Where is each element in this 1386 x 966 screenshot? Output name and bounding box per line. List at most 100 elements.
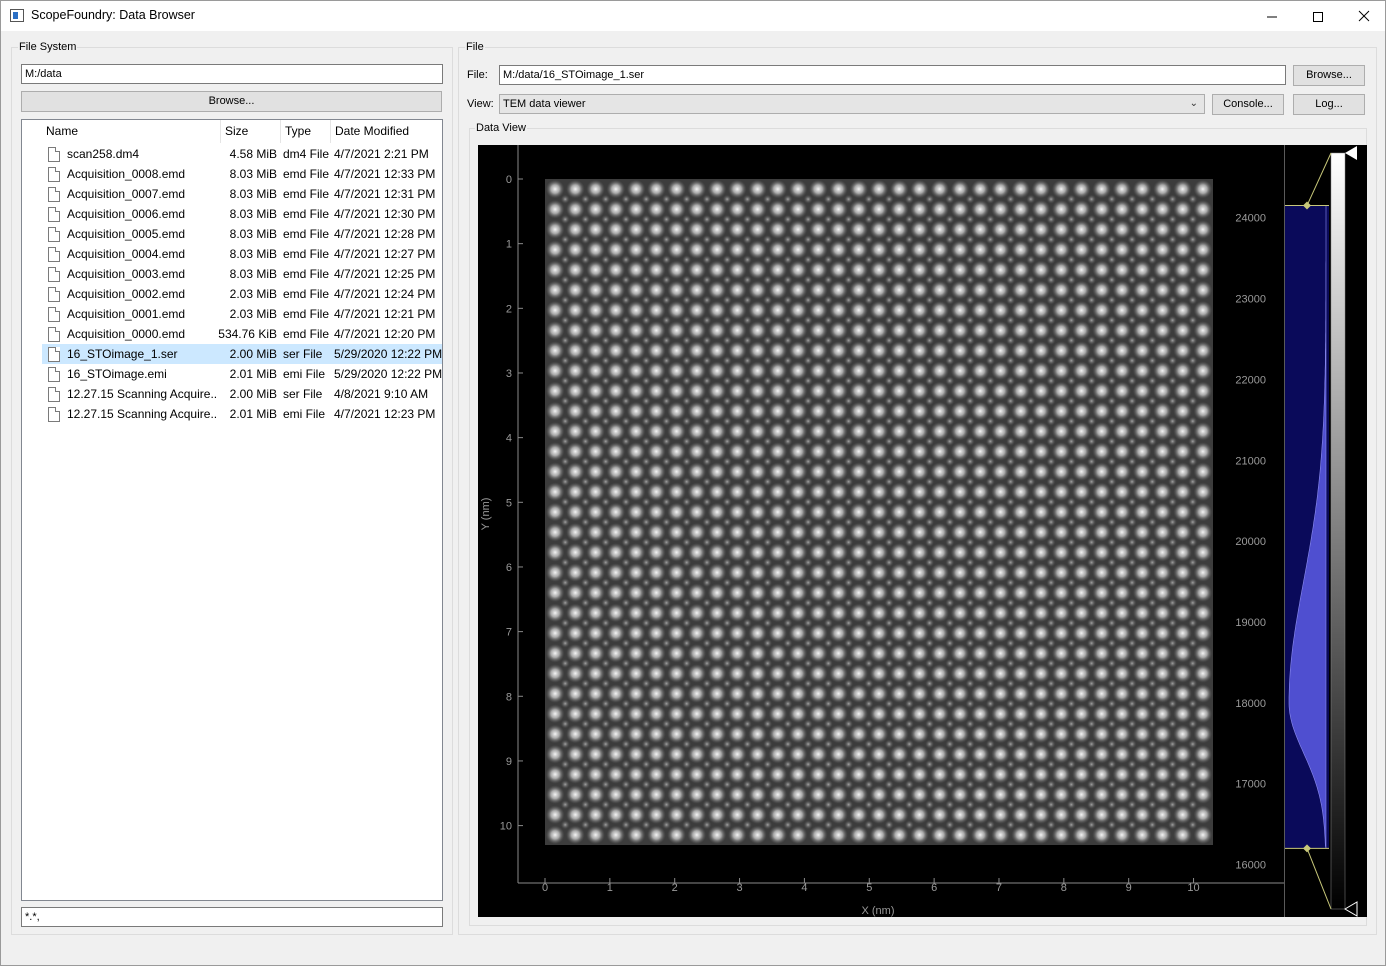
file-row[interactable]: Acquisition_0007.emd 8.03 MiB emd File 4/7/… <box>42 184 442 204</box>
atom-column-minor <box>1026 457 1036 466</box>
y-tick-label: 8 <box>506 691 512 703</box>
atom-column <box>1072 442 1091 461</box>
column-header-size[interactable]: Size <box>221 120 281 143</box>
atom-column <box>748 300 767 320</box>
atom-column-minor <box>945 275 955 285</box>
atom-column <box>889 805 909 825</box>
atom-column <box>687 623 707 643</box>
atom-column <box>950 381 970 401</box>
atom-column <box>727 704 747 724</box>
column-header-date[interactable]: Date Modified <box>331 120 442 143</box>
file-row[interactable]: 12.27.15 Scanning Acquire.... 2.00 MiB ser… <box>42 384 442 404</box>
atom-column-minor <box>783 598 793 608</box>
file-row[interactable]: Acquisition_0000.emd 534.76 KiB emd File 4/… <box>42 324 442 344</box>
atom-column-minor <box>722 699 732 709</box>
atom-column-minor <box>945 537 955 547</box>
atom-column-minor <box>844 739 854 749</box>
atom-column <box>1173 260 1192 280</box>
atom-column-minor <box>965 699 975 709</box>
atom-column-minor <box>864 255 874 265</box>
atom-column-minor <box>581 759 590 769</box>
atom-column <box>545 805 565 825</box>
file-tree-view[interactable]: Name ⌄ Size Type Date Modified scan258.d… <box>21 119 443 901</box>
atom-column-minor <box>945 598 955 608</box>
atom-column <box>991 623 1010 643</box>
atom-column <box>1072 280 1091 300</box>
atom-column-minor <box>864 719 874 729</box>
atom-column <box>1031 240 1051 259</box>
atom-column-minor <box>803 517 813 527</box>
atom-column <box>1031 260 1051 280</box>
level-map-line-bottom <box>1306 848 1332 910</box>
atom-column-minor <box>1026 618 1036 628</box>
atom-column <box>869 744 889 764</box>
atom-column <box>788 240 808 259</box>
atom-column <box>829 765 848 784</box>
atom-column <box>1051 381 1071 401</box>
atom-column <box>748 765 767 784</box>
atom-column-minor <box>1168 255 1177 265</box>
atom-column-minor <box>581 517 590 527</box>
atom-column <box>849 381 869 401</box>
atom-column-minor <box>560 436 570 446</box>
atom-column-minor <box>884 416 894 426</box>
atom-column <box>808 321 828 340</box>
atom-column <box>910 522 929 542</box>
atom-column <box>889 421 909 441</box>
file-row[interactable]: Acquisition_0006.emd 8.03 MiB emd File 4/7/… <box>42 204 442 224</box>
atom-column <box>606 704 626 724</box>
atom-column <box>869 785 889 804</box>
file-icon <box>48 327 60 342</box>
file-row[interactable]: 12.27.15 Scanning Acquire.... 2.01 MiB emi… <box>42 404 442 424</box>
column-header-name[interactable]: Name <box>42 120 221 143</box>
file-row[interactable]: 16_STOimage_1.ser 2.00 MiB ser File 5/29/20… <box>42 344 442 364</box>
file-row[interactable]: Acquisition_0003.emd 8.03 MiB emd File 4/7/… <box>42 264 442 284</box>
file-row[interactable]: scan258.dm4 4.58 MiB dm4 File 4/7/2021 2:21… <box>42 144 442 164</box>
browse-directory-button[interactable]: Browse... <box>21 91 442 112</box>
file-path-input[interactable]: M:/data/16_STOimage_1.ser <box>499 65 1286 85</box>
atom-column <box>808 643 828 663</box>
console-button[interactable]: Console... <box>1212 94 1284 115</box>
close-button[interactable] <box>1341 1 1386 31</box>
atom-column <box>647 260 666 280</box>
atom-column-minor <box>601 598 611 608</box>
file-row[interactable]: Acquisition_0002.emd 2.03 MiB emd File 4/7/… <box>42 284 442 304</box>
maximize-button[interactable] <box>1295 1 1341 31</box>
file-row[interactable]: 16_STOimage.emi 2.01 MiB emi File 5/29/2020… <box>42 364 442 384</box>
atom-column-minor <box>803 780 813 789</box>
atom-column-minor <box>925 618 935 628</box>
file-filter-input[interactable]: *.*, <box>21 907 443 927</box>
atom-column-minor <box>621 457 631 466</box>
atom-column <box>586 401 605 421</box>
atom-column-minor <box>1147 759 1157 769</box>
file-name: 16_STOimage_1.ser <box>67 347 178 361</box>
histogram-panel[interactable] <box>1284 145 1367 917</box>
file-row[interactable]: Acquisition_0008.emd 8.03 MiB emd File 4/7/… <box>42 164 442 184</box>
browse-file-button[interactable]: Browse... <box>1293 65 1365 86</box>
directory-path-input[interactable]: M:/data <box>21 64 443 84</box>
file-row[interactable]: Acquisition_0004.emd 8.03 MiB emd File 4/7/… <box>42 244 442 264</box>
atom-column-minor <box>904 679 914 688</box>
atom-column <box>1153 280 1172 300</box>
atom-column-minor <box>1127 618 1137 628</box>
atom-column-minor <box>742 336 752 345</box>
log-button[interactable]: Log... <box>1293 94 1365 115</box>
atom-column-minor <box>1168 699 1177 709</box>
atom-column <box>788 603 808 623</box>
atom-column <box>849 805 869 825</box>
minimize-button[interactable] <box>1249 1 1295 31</box>
column-header-type[interactable]: Type <box>281 120 331 143</box>
atom-column <box>889 744 909 764</box>
atom-column <box>1112 825 1132 845</box>
view-select[interactable]: TEM data viewer ⌄ <box>499 94 1205 114</box>
atom-column-minor <box>803 800 813 810</box>
atom-column <box>950 704 970 724</box>
atom-column-minor <box>803 638 813 648</box>
atom-column-minor <box>1046 558 1056 567</box>
file-row[interactable]: Acquisition_0001.emd 2.03 MiB emd File 4/7/… <box>42 304 442 324</box>
atom-column <box>1153 643 1172 663</box>
atom-column <box>566 462 585 481</box>
atom-column <box>869 643 889 663</box>
image-plot[interactable]: 0 1 2 3 4 5 6 7 8 9 10 0 1 2 3 4 5 6 7 8 9 10 X (nm) Y (nm) 2400… <box>478 145 1284 917</box>
file-row[interactable]: Acquisition_0005.emd 8.03 MiB emd File 4/7/… <box>42 224 442 244</box>
